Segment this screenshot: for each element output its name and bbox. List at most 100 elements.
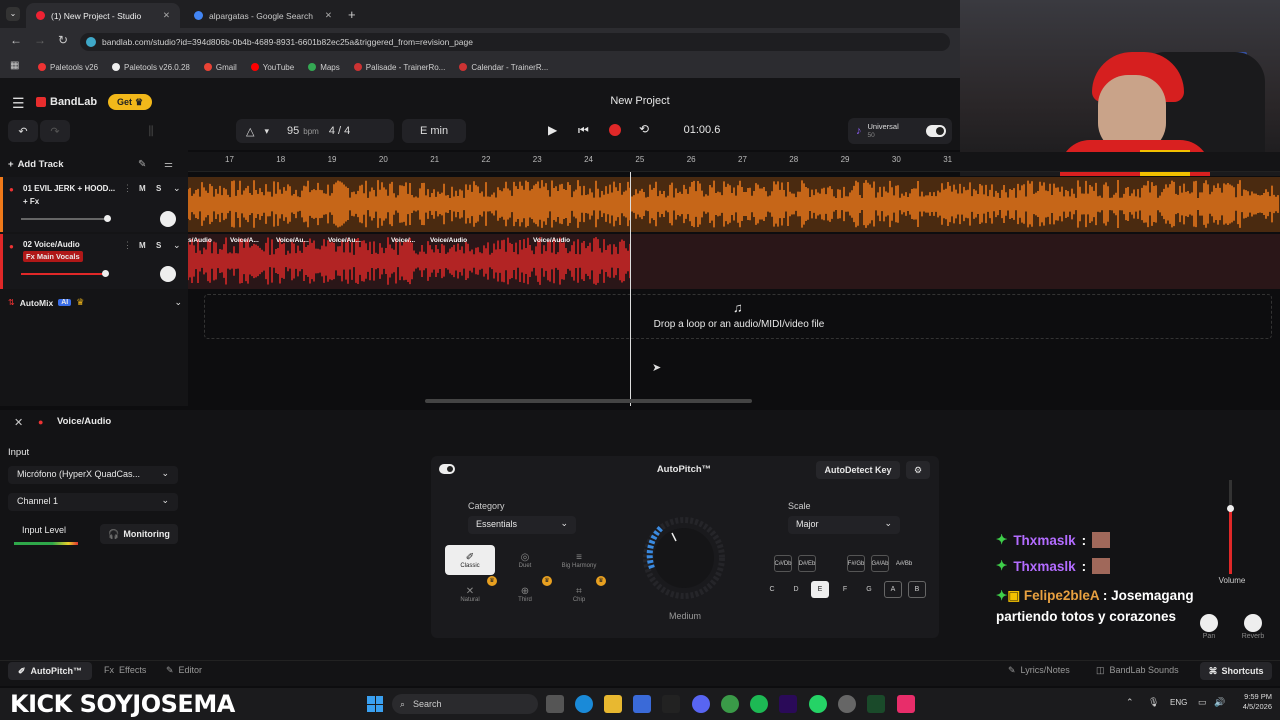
redo-button[interactable]: ↷ (40, 120, 70, 142)
skip-back-icon[interactable]: ⏮ (578, 123, 589, 138)
more-icon[interactable]: ⋮ (123, 240, 132, 251)
effects-tab[interactable]: Fx Effects (104, 665, 146, 675)
microphone-icon[interactable]: 🎙 (1148, 697, 1159, 708)
key-a[interactable]: A (884, 581, 902, 598)
audio-clip-label[interactable]: Voice/Audio (533, 237, 570, 244)
chevron-down-icon[interactable]: ▾ (264, 126, 269, 137)
retune-speed-knob[interactable] (634, 513, 744, 603)
playhead[interactable] (630, 172, 631, 406)
chrome-icon[interactable] (721, 695, 739, 713)
audio-clip-label[interactable]: Voice/... (391, 237, 415, 244)
bookmark-item[interactable]: Paletools v26.0.28 (112, 63, 190, 72)
chevron-down-icon[interactable]: ⌄ (174, 297, 182, 308)
scale-select[interactable]: Major ⌄ (788, 516, 900, 534)
track-header-1[interactable]: ● 01 EVIL JERK + HOOD... ⋮ M S ⌄ + Fx (0, 177, 188, 232)
tab-close-icon[interactable]: ✕ (325, 10, 332, 21)
filter-icon[interactable]: ⚌ (164, 159, 173, 170)
close-panel-icon[interactable]: ✕ (14, 416, 23, 429)
file-explorer-icon[interactable] (604, 695, 622, 713)
chevron-down-icon[interactable]: ⌄ (173, 240, 181, 251)
spotify-icon[interactable] (750, 695, 768, 713)
automix-row[interactable]: ⇅ AutoMix AI ♛ ⌄ (8, 297, 182, 308)
channel-select[interactable]: Channel 1 ⌄ (8, 493, 178, 511)
app-icon[interactable] (897, 695, 915, 713)
autopitch-power-toggle[interactable] (439, 464, 455, 474)
back-icon[interactable]: ← (10, 33, 22, 47)
store-icon[interactable] (633, 695, 651, 713)
shortcuts-button[interactable]: ⌘ Shortcuts (1200, 662, 1272, 680)
key-sharp-g[interactable]: G#/Ab (871, 555, 889, 572)
new-tab-icon[interactable]: + (348, 7, 356, 22)
volume-slider[interactable] (21, 273, 107, 275)
key-f[interactable]: F (836, 581, 854, 598)
task-view-icon[interactable] (546, 695, 564, 713)
app-icon[interactable] (867, 695, 885, 713)
autopitch-tab[interactable]: ✐ AutoPitch™ (8, 662, 92, 680)
whatsapp-icon[interactable] (809, 695, 827, 713)
track-name[interactable]: 02 Voice/Audio (23, 240, 80, 249)
key-b[interactable]: B (908, 581, 926, 598)
key-c[interactable]: C (763, 581, 781, 598)
add-track-button[interactable]: + Add Track (8, 159, 64, 170)
volume-slider[interactable] (21, 218, 107, 220)
monitoring-button[interactable]: 🎧 Monitoring (100, 524, 178, 544)
editor-tab[interactable]: ✎ Editor (166, 665, 202, 676)
clock[interactable]: 9:59 PM 4/5/2026 (1232, 692, 1272, 712)
metronome-icon[interactable]: △ (246, 125, 254, 138)
reload-icon[interactable]: ↻ (58, 33, 68, 47)
audio-clip-label[interactable]: Voice/Au... (328, 237, 361, 244)
app-icon[interactable] (838, 695, 856, 713)
tab-google[interactable]: alpargatas - Google Search ✕ (184, 3, 342, 28)
menu-icon[interactable]: ☰ (12, 95, 25, 112)
loop-icon[interactable]: ⟲ (639, 122, 649, 136)
volume-icon[interactable]: 🔊 (1214, 697, 1225, 708)
tab-close-icon[interactable]: ✕ (163, 10, 170, 21)
key-g[interactable]: G (860, 581, 878, 598)
settings-sliders-icon[interactable]: ⚙ (906, 461, 930, 479)
tab-list-icon[interactable]: ⌄ (6, 7, 20, 21)
style-big-harmony[interactable]: ≡ Big Harmony (554, 545, 604, 575)
tray-chevron-icon[interactable]: ⌃ (1126, 697, 1134, 708)
reverb-knob[interactable] (1244, 614, 1262, 632)
pan-knob[interactable] (160, 211, 176, 227)
universal-toggle[interactable] (926, 125, 946, 137)
bookmark-item[interactable]: Palisade - TrainerRo... (353, 63, 445, 72)
audio-clip-label[interactable]: Voice/A... (230, 237, 259, 244)
bookmark-item[interactable]: Calendar - TrainerR... (459, 63, 548, 72)
mute-button[interactable]: M (139, 184, 146, 193)
volume-slider-handle[interactable] (104, 215, 111, 222)
mixer-icon[interactable]: ⫼ (140, 120, 162, 142)
premiere-icon[interactable] (779, 695, 797, 713)
windows-start-icon[interactable] (367, 696, 383, 712)
url-field[interactable]: bandlab.com/studio?id=394d806b-0b4b-4689… (80, 33, 950, 51)
fx-chip[interactable]: Fx Main Vocals (23, 251, 83, 262)
solo-button[interactable]: S (156, 241, 161, 250)
undo-button[interactable]: ↶ (8, 120, 38, 142)
style-classic[interactable]: ✐ Classic (445, 545, 495, 575)
time-signature[interactable]: 4 / 4 (329, 125, 350, 137)
key-sharp-f[interactable]: F#/Gb (847, 555, 865, 572)
tab-bandlab[interactable]: (1) New Project - Studio ✕ (26, 3, 180, 28)
site-info-icon[interactable] (86, 37, 96, 47)
key-d[interactable]: D (787, 581, 805, 598)
more-icon[interactable]: ⋮ (123, 183, 132, 194)
lyrics-notes-button[interactable]: ✎ Lyrics/Notes (1008, 665, 1070, 676)
discord-icon[interactable] (692, 695, 710, 713)
pan-knob[interactable] (160, 266, 176, 282)
track-name[interactable]: 01 EVIL JERK + HOOD... (23, 184, 119, 193)
bookmark-item[interactable]: Gmail (203, 63, 237, 72)
edge-icon[interactable] (575, 695, 593, 713)
chevron-down-icon[interactable]: ⌄ (173, 183, 181, 194)
track-header-2[interactable]: ● 02 Voice/Audio ⋮ M S ⌄ Fx Main Vocals (0, 234, 188, 289)
style-duet[interactable]: ◎ Duet (500, 545, 550, 575)
bandlab-logo[interactable]: BandLab (36, 96, 97, 108)
bookmark-item[interactable]: Paletools v26 (38, 63, 98, 72)
bookmark-item[interactable]: YouTube (250, 63, 294, 72)
mute-button[interactable]: M (139, 241, 146, 250)
project-title[interactable]: New Project (540, 95, 740, 107)
forward-icon[interactable]: → (34, 33, 46, 47)
volume-slider-handle[interactable] (102, 270, 109, 277)
horizontal-scrollbar[interactable] (425, 399, 752, 403)
tiktok-icon[interactable] (662, 695, 680, 713)
bandlab-sounds-button[interactable]: ◫ BandLab Sounds (1096, 665, 1179, 676)
